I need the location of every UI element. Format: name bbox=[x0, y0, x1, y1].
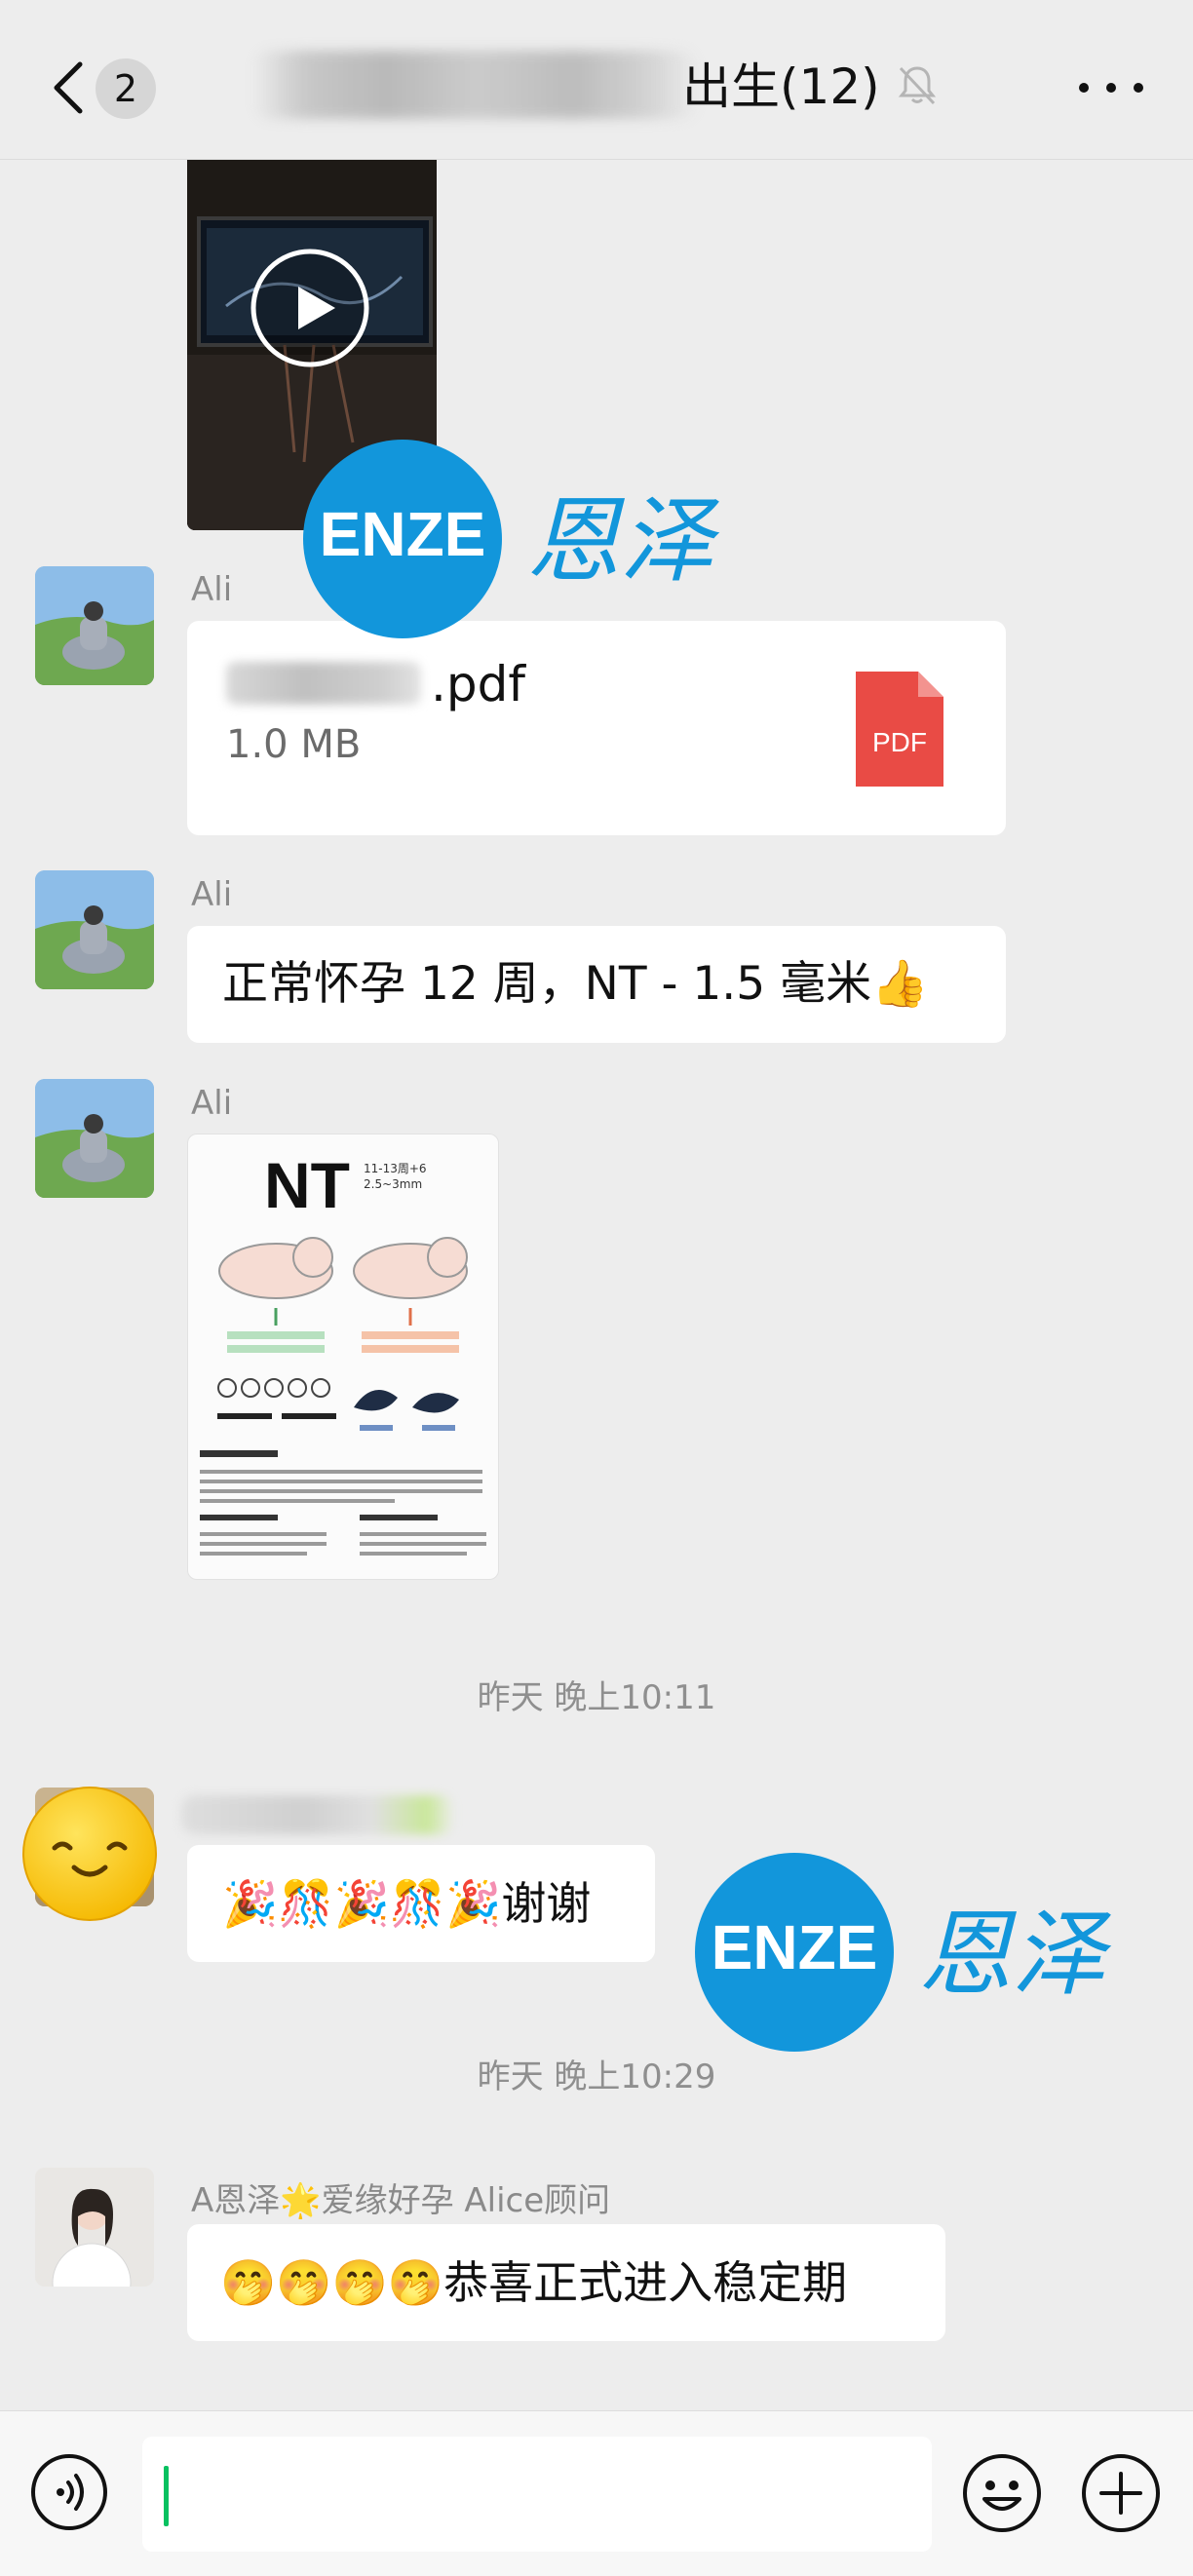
sender-name: Ali bbox=[191, 570, 233, 609]
timestamp: 昨天 晚上10:11 bbox=[477, 1678, 716, 1717]
chat-title: 出生(12) bbox=[682, 58, 880, 115]
nt-infographic-image[interactable]: NT 11-13周+6 2.5~3mm bbox=[187, 1134, 499, 1580]
text-message-bubble[interactable]: 正常怀孕 12 周，NT - 1.5 毫米👍 bbox=[187, 926, 1006, 1043]
nt-subtitle-range: 2.5~3mm bbox=[364, 1177, 423, 1191]
text-message-bubble[interactable]: 🎉🎊🎉🎊🎉谢谢 bbox=[187, 1845, 655, 1962]
timestamp: 昨天 晚上10:29 bbox=[477, 2057, 716, 2096]
sender-avatar[interactable] bbox=[35, 566, 154, 685]
bell-muted-icon bbox=[898, 66, 937, 105]
pdf-label: PDF bbox=[872, 727, 927, 757]
watermark-logo-text: ENZE bbox=[712, 1912, 878, 1982]
sender-avatar[interactable] bbox=[35, 2168, 154, 2287]
more-dots-icon[interactable] bbox=[1072, 68, 1150, 107]
pdf-file-icon: PDF bbox=[856, 672, 943, 787]
avatar-image bbox=[35, 566, 154, 685]
voice-icon[interactable] bbox=[29, 2452, 109, 2532]
message-text: 🤭🤭🤭🤭恭喜正式进入稳定期 bbox=[220, 2256, 848, 2309]
file-name: .pdf bbox=[431, 656, 525, 712]
blurred-sender-name bbox=[181, 1795, 454, 1834]
message-text: 正常怀孕 12 周，NT - 1.5 毫米👍 bbox=[222, 957, 929, 1011]
blurred-title-area bbox=[251, 51, 700, 119]
back-button[interactable]: 2 bbox=[39, 47, 166, 125]
watermark-chinese-text: 恩泽 bbox=[526, 486, 720, 596]
text-caret bbox=[164, 2466, 169, 2526]
message-text: 🎉🎊🎉🎊🎉谢谢 bbox=[222, 1877, 592, 1930]
watermark-logo-text: ENZE bbox=[320, 499, 486, 569]
nt-illustrations bbox=[200, 1237, 486, 1556]
emoji-icon[interactable] bbox=[961, 2452, 1043, 2534]
file-message-card[interactable]: .pdf 1.0 MB PDF bbox=[187, 621, 1006, 835]
sender-avatar[interactable] bbox=[35, 1079, 154, 1198]
message-input[interactable] bbox=[142, 2437, 932, 2552]
sender-name: Ali bbox=[191, 1084, 233, 1123]
input-bar bbox=[0, 2410, 1193, 2576]
blurred-file-name bbox=[226, 662, 421, 705]
enze-watermark-logo: ENZE 恩泽 bbox=[695, 1853, 1112, 2052]
nt-subtitle-weeks: 11-13周+6 bbox=[364, 1162, 427, 1175]
plus-icon[interactable] bbox=[1080, 2452, 1162, 2534]
chat-header: 2 出生(12) bbox=[0, 0, 1193, 160]
sender-name: A恩泽🌟爱缘好孕 Alice顾问 bbox=[191, 2181, 611, 2220]
play-icon[interactable] bbox=[250, 248, 370, 368]
enze-watermark-logo: ENZE 恩泽 bbox=[303, 440, 720, 638]
sender-avatar[interactable] bbox=[35, 870, 154, 989]
unread-count-badge: 2 bbox=[96, 58, 156, 119]
text-message-bubble[interactable]: 🤭🤭🤭🤭恭喜正式进入稳定期 bbox=[187, 2224, 945, 2341]
avatar-image bbox=[35, 1079, 154, 1198]
avatar-image bbox=[35, 2168, 154, 2287]
nt-title: NT bbox=[264, 1149, 350, 1221]
watermark-chinese-text: 恩泽 bbox=[918, 1900, 1112, 2009]
smiley-sticker-icon bbox=[22, 1787, 157, 1921]
avatar-image bbox=[35, 870, 154, 989]
chevron-left-icon bbox=[54, 61, 83, 114]
sender-name: Ali bbox=[191, 875, 233, 914]
file-size: 1.0 MB bbox=[226, 722, 362, 767]
